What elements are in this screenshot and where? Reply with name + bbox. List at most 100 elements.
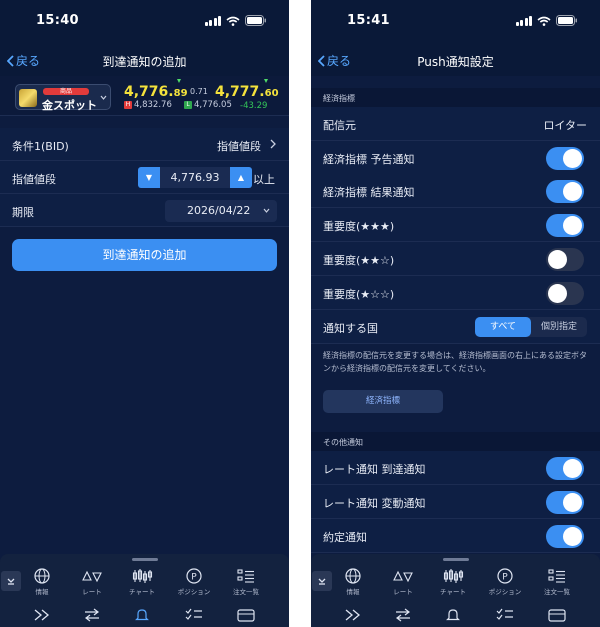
rate-reach-toggle[interactable] xyxy=(546,457,584,480)
position-icon: P xyxy=(186,568,202,584)
toggle-row: 経済指標 予告通知 xyxy=(311,141,600,175)
bell-icon xyxy=(446,609,460,621)
segment-all[interactable]: すべて xyxy=(475,317,531,337)
toggle-label: 重要度(★☆☆) xyxy=(323,288,395,301)
chevron-down-icon xyxy=(263,208,270,213)
ask-down-icon xyxy=(264,79,268,83)
add-alert-button[interactable]: 到達通知の追加 xyxy=(12,239,277,271)
tab-rate[interactable]: レート xyxy=(68,568,116,600)
tab-chart[interactable]: チャート xyxy=(118,568,166,600)
tab-orders[interactable]: 注文一覧 xyxy=(222,568,270,600)
globe-icon xyxy=(34,568,50,584)
forecast-toggle[interactable] xyxy=(546,147,584,170)
product-name: 金スポット xyxy=(42,99,97,112)
condition-value: 指値値段 xyxy=(217,140,261,153)
page-title: Push通知設定 xyxy=(417,55,494,69)
tab-rate[interactable]: レート xyxy=(379,568,427,600)
tab-label: 情報 xyxy=(346,588,360,596)
price-row: 指値値段 ▼ 4,776.93 ▲ 以上 xyxy=(0,161,289,194)
tab-alerts[interactable] xyxy=(118,608,166,627)
expiry-row: 期限 2026/04/22 xyxy=(0,194,289,227)
bell-icon xyxy=(135,609,149,621)
nav-bar: 戻る Push通知設定 xyxy=(311,44,600,76)
price-unit: 以上 xyxy=(253,173,275,186)
tab-more[interactable] xyxy=(329,608,377,627)
low-price: L 4,776.05 xyxy=(184,100,232,110)
tab-info[interactable]: 情報 xyxy=(329,568,377,600)
toggle-row: 約定通知 xyxy=(311,519,600,553)
price-label: 指値値段 xyxy=(12,173,56,186)
tab-orders[interactable]: 注文一覧 xyxy=(533,568,581,600)
country-row: 通知する国 すべて 個別指定 xyxy=(311,310,600,344)
tab-exchange[interactable] xyxy=(68,608,116,627)
toggle-label: 経済指標 予告通知 xyxy=(323,153,415,166)
execution-toggle[interactable] xyxy=(546,525,584,548)
tab-position[interactable]: P ポジション xyxy=(481,568,529,600)
checklist-icon xyxy=(496,608,513,620)
page-title: 到達通知の追加 xyxy=(102,55,187,69)
increment-button[interactable]: ▲ xyxy=(230,167,252,188)
battery-icon xyxy=(556,15,578,26)
collapse-down-icon xyxy=(7,578,15,585)
country-segmented-control: すべて 個別指定 xyxy=(475,317,587,337)
importance-3-toggle[interactable] xyxy=(546,214,584,237)
importance-2-toggle[interactable] xyxy=(546,248,584,271)
spread: 0.71 xyxy=(190,87,208,96)
push-settings-screen: 15:41 戻る Push通知設定 経済指標 配信元 ロイター 経済指標 予告通… xyxy=(311,0,600,627)
sheet-grabber[interactable] xyxy=(132,558,158,561)
tab-label: 情報 xyxy=(35,588,49,596)
tab-checklist[interactable] xyxy=(170,608,218,627)
source-row[interactable]: 配信元 ロイター xyxy=(311,107,600,141)
tab-label: ポジション xyxy=(488,588,522,596)
tab-more[interactable] xyxy=(18,608,66,627)
wifi-icon xyxy=(537,16,551,26)
tab-checklist[interactable] xyxy=(481,608,529,627)
status-time: 15:41 xyxy=(347,13,390,28)
price-input[interactable]: 4,776.93 xyxy=(160,167,230,188)
card-icon xyxy=(548,609,566,622)
condition-row[interactable]: 条件1(BID) 指値値段 xyxy=(0,128,289,161)
rate-change-toggle[interactable] xyxy=(546,491,584,514)
bid-down-icon xyxy=(177,79,181,83)
result-toggle[interactable] xyxy=(546,180,584,203)
tab-position[interactable]: P ポジション xyxy=(170,568,218,600)
tab-label: ポジション xyxy=(177,588,211,596)
rate-icon xyxy=(82,570,102,583)
tab-exchange[interactable] xyxy=(379,608,427,627)
toggle-label: 約定通知 xyxy=(323,531,367,544)
list-icon xyxy=(237,569,254,583)
importance-1-toggle[interactable] xyxy=(546,282,584,305)
tab-info[interactable]: 情報 xyxy=(18,568,66,600)
sheet-grabber[interactable] xyxy=(443,558,469,561)
decrement-button[interactable]: ▼ xyxy=(138,167,160,188)
card-icon xyxy=(237,609,255,622)
expiry-date-select[interactable]: 2026/04/22 xyxy=(165,200,277,222)
nav-bar: 戻る 到達通知の追加 xyxy=(0,44,289,76)
section-header-economic: 経済指標 xyxy=(311,88,600,108)
toggle-label: 重要度(★★☆) xyxy=(323,254,395,267)
signal-icon xyxy=(204,15,221,26)
section-header-other: その他通知 xyxy=(311,432,600,452)
expiry-label: 期限 xyxy=(12,206,34,219)
tab-label: 注文一覧 xyxy=(544,588,570,596)
price-change: -43.29 xyxy=(240,101,268,111)
toggle-row: レート通知 変動通知 xyxy=(311,485,600,519)
chevron-down-icon xyxy=(100,95,107,100)
position-icon: P xyxy=(497,568,513,584)
tab-card[interactable] xyxy=(222,608,270,627)
high-price: H 4,832.76 xyxy=(124,100,172,110)
source-label: 配信元 xyxy=(323,119,356,132)
tab-card[interactable] xyxy=(533,608,581,627)
product-selector[interactable]: 商品 金スポット xyxy=(15,84,111,112)
economic-indicator-button[interactable]: 経済指標 xyxy=(323,390,443,413)
toggle-row: 重要度(★★★) xyxy=(311,208,600,242)
tab-bar: 情報 レート チャート P ポジション 注文一覧 xyxy=(311,554,600,627)
checklist-icon xyxy=(185,608,202,620)
segment-custom[interactable]: 個別指定 xyxy=(531,317,587,337)
tab-alerts[interactable] xyxy=(429,608,477,627)
toggle-label: レート通知 変動通知 xyxy=(323,497,426,510)
tab-label: レート xyxy=(393,588,413,596)
status-icons xyxy=(515,15,579,26)
tab-chart[interactable]: チャート xyxy=(429,568,477,600)
product-badge: 商品 xyxy=(43,88,89,95)
